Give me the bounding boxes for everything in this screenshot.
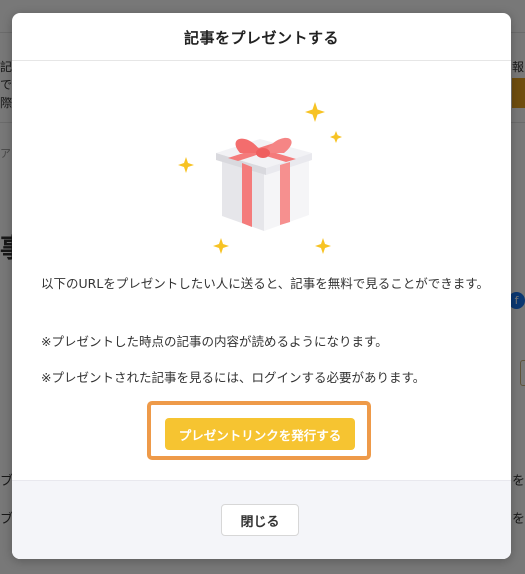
- modal-footer: 閉じる: [12, 480, 511, 559]
- present-description: 以下のURLをプレゼントしたい人に送ると、記事を無料で見ることができます。: [41, 276, 490, 291]
- present-note-content: ※プレゼントした時点の記事の内容が読めるようになります。: [41, 334, 388, 349]
- modal-title: 記事をプレゼントする: [183, 29, 339, 47]
- sparkle-icon: [305, 102, 325, 122]
- close-button[interactable]: 閉じる: [221, 504, 299, 536]
- gift-box-icon: [178, 102, 342, 254]
- issue-present-link-button[interactable]: プレゼントリンクを発行する: [165, 418, 355, 450]
- sparkle-icon: [330, 131, 342, 143]
- sparkle-icon: [315, 238, 331, 254]
- sparkle-icon: [178, 157, 194, 173]
- modal-header: 記事をプレゼントする: [12, 13, 511, 61]
- sparkle-icon: [213, 238, 229, 254]
- modal-body: 以下のURLをプレゼントしたい人に送ると、記事を無料で見ることができます。 ※プ…: [12, 61, 511, 480]
- present-article-modal: 記事をプレゼントする 以下のURLをプレゼントしたい人に送ると、記事を無料で見る…: [12, 13, 511, 559]
- present-note-login: ※プレゼントされた記事を見るには、ログインする必要があります。: [41, 370, 426, 385]
